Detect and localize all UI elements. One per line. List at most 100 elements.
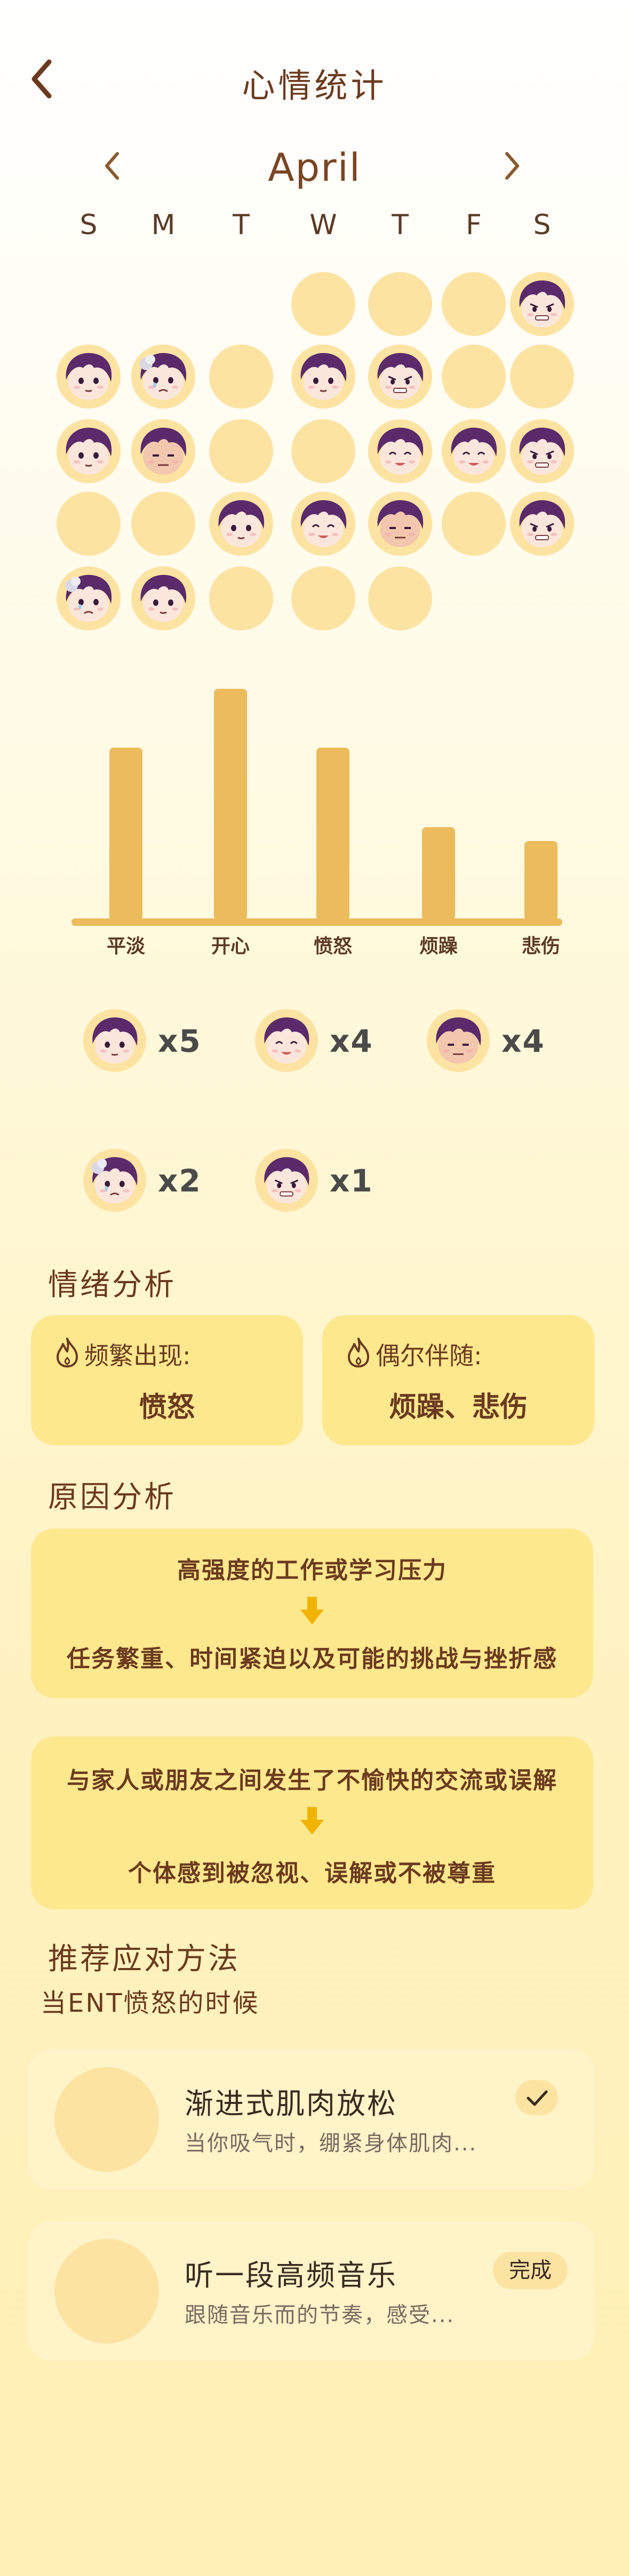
calendar-day-angry[interactable]	[510, 492, 574, 556]
calendar-day-calm[interactable]	[57, 419, 121, 483]
calendar-day-calm[interactable]	[131, 566, 195, 630]
cause-card: 高强度的工作或学习压力 任务繁重、时间紧迫以及可能的挑战与挫折感	[31, 1529, 593, 1698]
tip-title: 听一段高频音乐	[185, 2259, 397, 2292]
checkmark-icon	[527, 2090, 548, 2106]
calendar-day-empty[interactable]	[291, 419, 355, 483]
calendar-day-empty[interactable]	[442, 492, 506, 556]
tip-description: 跟随音乐而的节奏，感受...	[185, 2303, 455, 2327]
calendar-day-angry[interactable]	[368, 345, 432, 409]
frequent-emotion-card: 频繁出现: 愤怒	[31, 1315, 303, 1445]
calendar-day-sad[interactable]	[131, 345, 195, 409]
frequent-value: 愤怒	[139, 1391, 195, 1423]
tip-thumbnail	[54, 2239, 159, 2343]
calendar-day-empty[interactable]	[209, 419, 273, 483]
angry-face-icon	[510, 492, 574, 556]
bar-1	[214, 689, 247, 921]
calendar-day-empty[interactable]	[442, 272, 506, 336]
mood-count-label: x4	[501, 1023, 545, 1059]
frequent-label: 频繁出现:	[84, 1341, 191, 1370]
mood-count-label: x1	[330, 1163, 373, 1199]
calendar-day-calm[interactable]	[209, 492, 273, 556]
next-month-button[interactable]	[496, 147, 528, 185]
occasional-label: 偶尔伴随:	[376, 1341, 482, 1370]
tip-thumbnail	[54, 2067, 159, 2172]
happy-face-icon	[291, 492, 355, 556]
done-badge[interactable]: 完成	[493, 2252, 568, 2289]
flame-icon	[348, 1338, 369, 1367]
cause-text: 高强度的工作或学习压力	[177, 1557, 447, 1584]
annoyed-face-icon	[427, 1009, 490, 1072]
calendar-day-empty[interactable]	[510, 345, 574, 409]
bar-2	[316, 747, 349, 921]
mood-count-label: x2	[158, 1163, 202, 1199]
bar-label-4: 悲伤	[522, 935, 560, 957]
month-label: April	[268, 145, 361, 190]
calendar-day-empty[interactable]	[291, 272, 355, 336]
arrow-down-icon	[300, 1807, 324, 1835]
weekday-thu: T	[392, 209, 409, 241]
calm-face-icon	[83, 1009, 146, 1072]
cause-card: 与家人或朋友之间发生了不愉快的交流或误解 个体感到被忽视、误解或不被尊重	[31, 1737, 593, 1909]
annoyed-face-icon	[368, 492, 432, 556]
weekday-sat: S	[533, 209, 551, 241]
calm-face-icon	[131, 566, 195, 630]
calendar-day-annoyed[interactable]	[131, 419, 195, 483]
calendar-day-empty[interactable]	[209, 566, 273, 630]
calendar-day-sad[interactable]	[57, 566, 121, 630]
weekday-fri: F	[466, 209, 482, 241]
calendar-day-empty[interactable]	[209, 345, 273, 409]
weekday-sun: S	[79, 209, 98, 241]
mood-count-label: x4	[330, 1023, 373, 1059]
bar-3	[422, 827, 455, 921]
calendar-day-angry[interactable]	[510, 272, 574, 336]
bar-label-2: 愤怒	[314, 935, 352, 957]
calendar-day-happy[interactable]	[368, 419, 432, 483]
angry-face-icon	[510, 272, 574, 336]
check-button[interactable]	[515, 2080, 558, 2115]
calendar-day-calm[interactable]	[291, 345, 355, 409]
mood-count-label: x5	[158, 1023, 202, 1059]
bar-4	[524, 841, 558, 921]
occasional-value: 烦躁、悲伤	[388, 1391, 528, 1423]
calendar-day-empty[interactable]	[442, 345, 506, 409]
angry-face-icon	[368, 345, 432, 409]
happy-face-icon	[255, 1009, 318, 1072]
sad-face-icon	[57, 566, 121, 630]
occasional-emotion-card: 偶尔伴随: 烦躁、悲伤	[322, 1315, 594, 1445]
calendar-day-calm[interactable]	[57, 345, 121, 409]
flame-icon	[57, 1338, 78, 1367]
happy-face-icon	[442, 419, 506, 483]
happy-face-icon	[368, 419, 432, 483]
calendar-day-angry[interactable]	[510, 419, 574, 483]
bar-label-0: 平淡	[107, 935, 146, 957]
cause-analysis-heading: 原因分析	[48, 1480, 176, 1515]
x-axis-line	[71, 918, 562, 926]
calendar-day-annoyed[interactable]	[368, 492, 432, 556]
calendar-day-empty[interactable]	[57, 492, 121, 556]
bar-0	[109, 747, 142, 921]
arrow-down-icon	[300, 1597, 324, 1625]
weekday-mon: M	[151, 209, 176, 241]
calendar-day-empty[interactable]	[291, 566, 355, 630]
calendar-day-happy[interactable]	[442, 419, 506, 483]
cause-effect-text: 任务繁重、时间紧迫以及可能的挑战与挫折感	[67, 1645, 558, 1673]
page-title: 心情统计	[242, 66, 387, 105]
calendar-day-empty[interactable]	[368, 566, 432, 630]
calm-face-icon	[57, 345, 121, 409]
mood-bar-chart: 平淡 开心 愤怒 烦躁 悲伤	[71, 689, 562, 957]
tip-card-muscle-relaxation[interactable]: 渐进式肌肉放松 当你吸气时，绷紧身体肌肉...	[28, 2049, 594, 2189]
tip-description: 当你吸气时，绷紧身体肌肉...	[185, 2131, 477, 2156]
recommendations-subheading: 当ENT愤怒的时候	[41, 1988, 260, 2018]
recommendations-heading: 推荐应对方法	[48, 1942, 240, 1977]
tip-card-high-frequency-music[interactable]: 听一段高频音乐 跟随音乐而的节奏，感受... 完成	[28, 2221, 594, 2361]
cause-text: 与家人或朋友之间发生了不愉快的交流或误解	[67, 1767, 558, 1794]
bar-label-3: 烦躁	[419, 935, 458, 957]
cause-effect-text: 个体感到被忽视、误解或不被尊重	[128, 1860, 496, 1887]
calendar-day-empty[interactable]	[131, 492, 195, 556]
calm-face-icon	[209, 492, 273, 556]
calendar-day-happy[interactable]	[291, 492, 355, 556]
tip-title: 渐进式肌肉放松	[185, 2087, 397, 2121]
calendar-day-empty[interactable]	[368, 272, 432, 336]
bar-label-1: 开心	[211, 935, 250, 957]
angry-face-icon	[255, 1149, 318, 1212]
